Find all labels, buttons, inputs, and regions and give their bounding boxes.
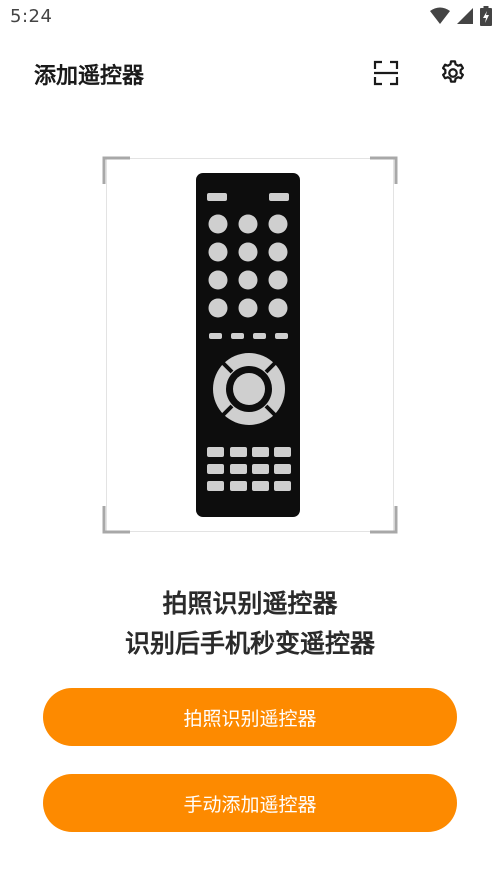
- status-time: 5:24: [10, 6, 53, 27]
- status-bar: 5:24: [0, 0, 500, 36]
- remote-control-image: [196, 173, 300, 517]
- gear-icon: [441, 60, 465, 83]
- manual-add-button[interactable]: 手动添加遥控器: [43, 774, 457, 832]
- scan-icon: [373, 60, 399, 86]
- signal-icon: [457, 8, 473, 24]
- battery-icon: [480, 6, 492, 26]
- status-icons: [430, 6, 492, 26]
- hero-headline: 拍照识别遥控器: [162, 589, 338, 618]
- scan-button[interactable]: [371, 58, 401, 88]
- settings-button[interactable]: [438, 58, 468, 88]
- app-bar: 添加遥控器: [0, 48, 500, 98]
- hero-subheadline: 识别后手机秒变遥控器: [124, 629, 375, 658]
- page-title: 添加遥控器: [34, 64, 145, 89]
- wifi-icon: [430, 7, 450, 24]
- photo-recognize-button[interactable]: 拍照识别遥控器: [43, 688, 457, 746]
